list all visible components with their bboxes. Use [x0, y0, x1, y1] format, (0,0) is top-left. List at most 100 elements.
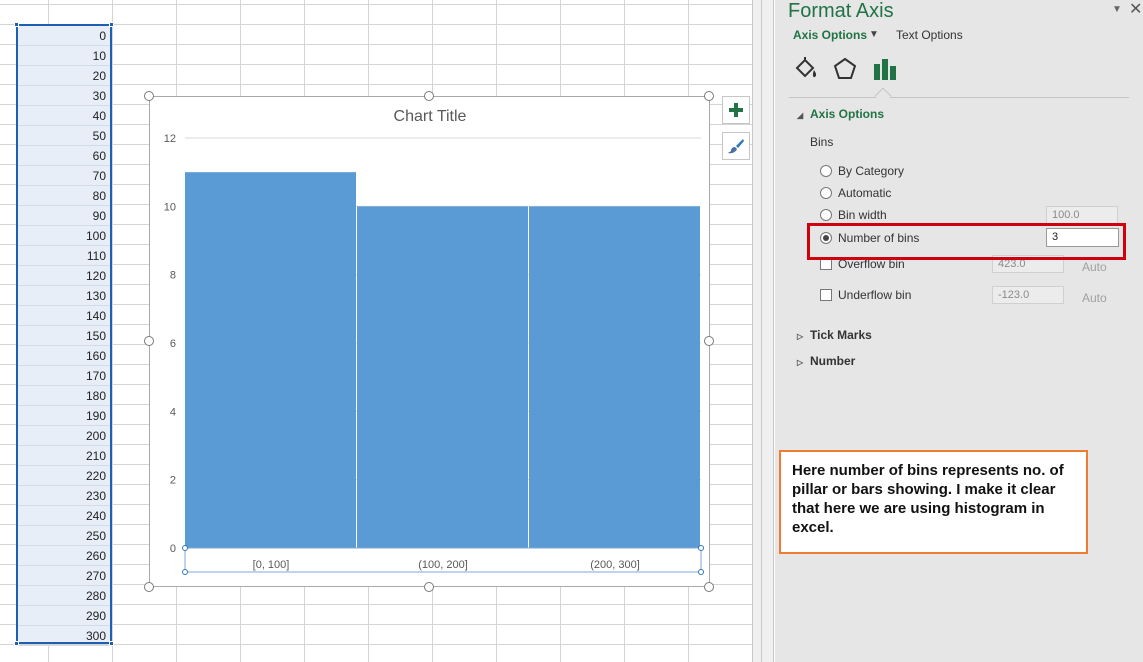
radio-automatic[interactable]: Automatic: [820, 186, 891, 200]
axis-handle[interactable]: [698, 545, 704, 551]
pane-title: Format Axis: [788, 0, 894, 22]
selection-handle-top-left[interactable]: [14, 22, 19, 27]
tab-text-options[interactable]: Text Options: [896, 28, 963, 42]
sheet-vertical-splitter[interactable]: [752, 0, 774, 662]
cell-a11[interactable]: 100: [18, 226, 110, 246]
cell-a12[interactable]: 110: [18, 246, 110, 266]
cell-a26[interactable]: 250: [18, 526, 110, 546]
chart-resize-handle[interactable]: [144, 582, 154, 592]
cell-a29[interactable]: 280: [18, 586, 110, 606]
caret-down-icon[interactable]: ▼: [869, 29, 879, 40]
option-label: Bin width: [838, 208, 887, 222]
selection-fill-handle[interactable]: [109, 641, 114, 646]
y-tick-label: 12: [164, 133, 176, 145]
chart-resize-handle[interactable]: [704, 91, 714, 101]
tab-axis-options[interactable]: Axis Options: [793, 28, 867, 42]
fill-line-icon[interactable]: [793, 56, 819, 82]
bin-width-input[interactable]: 100.0: [1046, 206, 1118, 224]
collapsed-triangle-icon: ▷: [797, 332, 804, 341]
chart-resize-handle[interactable]: [424, 91, 434, 101]
cell-a31[interactable]: 300: [18, 626, 110, 646]
pane-options-dropdown[interactable]: ▼: [1112, 4, 1122, 15]
cell-a8[interactable]: 70: [18, 166, 110, 186]
checkbox-underflow-bin[interactable]: Underflow bin: [820, 288, 911, 302]
axis-handle[interactable]: [182, 545, 188, 551]
chart-styles-button[interactable]: [722, 132, 750, 160]
axis-options-bar-icon[interactable]: [872, 56, 898, 82]
option-label: By Category: [838, 164, 905, 178]
spreadsheet-grid[interactable]: 0 10 20 30 40 50 60 70 80 90 100 110 120 130 140 150 160…: [0, 0, 752, 662]
axis-handle[interactable]: [182, 569, 188, 575]
cell-a7[interactable]: 60: [18, 146, 110, 166]
cell-a23[interactable]: 220: [18, 466, 110, 486]
cell-a6[interactable]: 50: [18, 126, 110, 146]
cell-a28[interactable]: 270: [18, 566, 110, 586]
cell-a13[interactable]: 120: [18, 266, 110, 286]
cell-a14[interactable]: 130: [18, 286, 110, 306]
cell-a15[interactable]: 140: [18, 306, 110, 326]
cell-a16[interactable]: 150: [18, 326, 110, 346]
effects-pentagon-icon[interactable]: [832, 56, 858, 82]
y-tick-label: 8: [170, 270, 176, 282]
selection-handle-bottom-left[interactable]: [14, 641, 19, 646]
radio-button[interactable]: [820, 209, 832, 221]
chart-resize-handle[interactable]: [704, 582, 714, 592]
chart-elements-button[interactable]: [722, 96, 750, 124]
y-tick-label: 6: [170, 338, 176, 350]
expanded-triangle-icon: ◢: [797, 111, 804, 120]
cell-a21[interactable]: 200: [18, 426, 110, 446]
cell-a9[interactable]: 80: [18, 186, 110, 206]
radio-bin-width[interactable]: Bin width: [820, 208, 887, 222]
axis-handle[interactable]: [698, 569, 704, 575]
cell-a18[interactable]: 170: [18, 366, 110, 386]
histogram-bar[interactable]: [529, 206, 700, 548]
y-tick-label: 4: [170, 406, 176, 418]
pane-divider: [789, 97, 1129, 98]
underflow-bin-input[interactable]: -123.0: [992, 286, 1064, 304]
chart-plot-area: 0 2 4 6 8 10 12 [0, 100] (100, 200] (200, 300] C…: [164, 108, 704, 575]
chart-resize-handle[interactable]: [704, 336, 714, 346]
chart-title[interactable]: Chart Title: [394, 108, 467, 125]
chart-resize-handle[interactable]: [424, 582, 434, 592]
cell-a4[interactable]: 30: [18, 86, 110, 106]
cell-a25[interactable]: 240: [18, 506, 110, 526]
cell-a19[interactable]: 180: [18, 386, 110, 406]
x-tick-label: (100, 200]: [418, 559, 468, 571]
section-number[interactable]: ▷ Number: [797, 354, 855, 368]
selection-handle-top-right[interactable]: [109, 22, 114, 27]
checkbox[interactable]: [820, 289, 832, 301]
radio-button[interactable]: [820, 187, 832, 199]
cell-a30[interactable]: 290: [18, 606, 110, 626]
overflow-auto-button[interactable]: Auto: [1082, 260, 1107, 274]
cell-a2[interactable]: 10: [18, 46, 110, 66]
cell-a24[interactable]: 230: [18, 486, 110, 506]
cell-a27[interactable]: 260: [18, 546, 110, 566]
plus-icon: [729, 103, 743, 117]
section-axis-options[interactable]: ◢ Axis Options: [797, 107, 884, 121]
cell-a5[interactable]: 40: [18, 106, 110, 126]
underflow-auto-button[interactable]: Auto: [1082, 291, 1107, 305]
histogram-bar[interactable]: [185, 172, 356, 548]
cell-a10[interactable]: 90: [18, 206, 110, 226]
cell-a22[interactable]: 210: [18, 446, 110, 466]
cell-a20[interactable]: 190: [18, 406, 110, 426]
histogram-bar[interactable]: [357, 206, 528, 548]
active-tab-pointer: [874, 87, 892, 105]
cell-a3[interactable]: 20: [18, 66, 110, 86]
section-label: Axis Options: [810, 107, 885, 121]
histogram-chart[interactable]: 0 2 4 6 8 10 12 [0, 100] (100, 200] (200, 300] C…: [149, 96, 710, 587]
radio-button[interactable]: [820, 165, 832, 177]
radio-by-category[interactable]: By Category: [820, 164, 904, 178]
x-tick-label: [0, 100]: [253, 559, 290, 571]
selected-data-column[interactable]: 0 10 20 30 40 50 60 70 80 90 100 110 120 130 140 150 160…: [16, 24, 112, 646]
y-tick-label: 2: [170, 475, 176, 487]
option-label: Underflow bin: [838, 288, 912, 302]
y-tick-label: 0: [170, 543, 176, 555]
cell-a1[interactable]: 0: [18, 26, 110, 46]
close-icon[interactable]: ✕: [1129, 0, 1142, 19]
section-tick-marks[interactable]: ▷ Tick Marks: [797, 328, 872, 342]
cell-a17[interactable]: 160: [18, 346, 110, 366]
chart-resize-handle[interactable]: [144, 91, 154, 101]
section-label: Number: [810, 354, 856, 368]
chart-resize-handle[interactable]: [144, 336, 154, 346]
